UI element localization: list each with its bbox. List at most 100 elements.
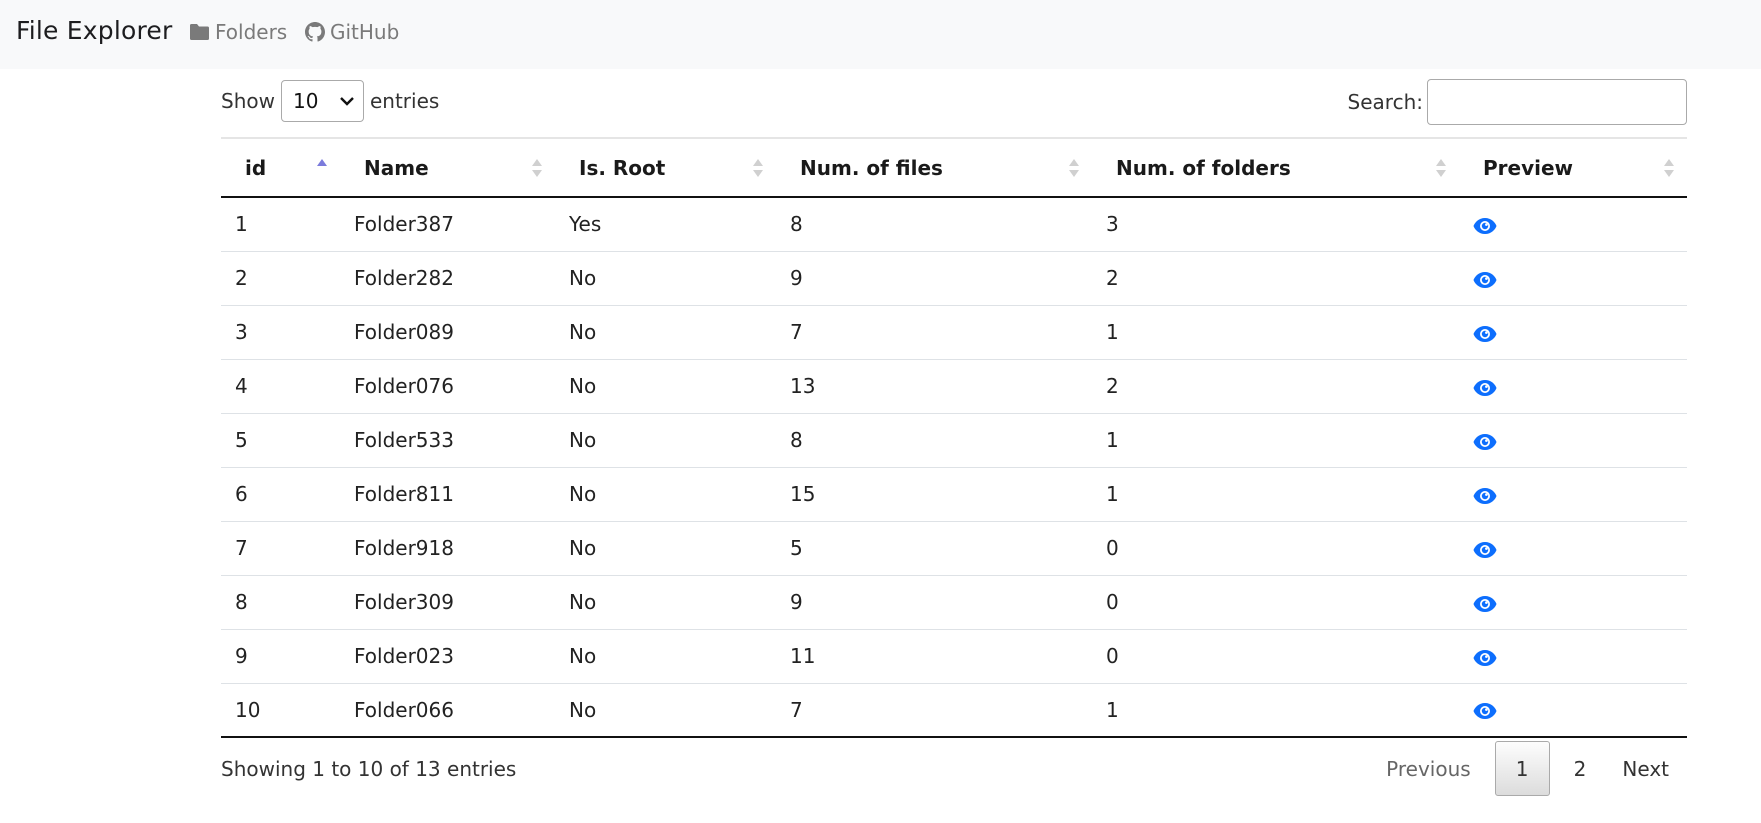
cell-name: Folder076 (354, 374, 454, 398)
pagination-page-2[interactable]: 2 (1556, 741, 1605, 796)
cell-id: 8 (235, 590, 248, 614)
sort-both-icon (532, 158, 542, 177)
cell-num-files: 7 (790, 320, 803, 344)
pagination: Previous 1 2 Next (1368, 741, 1687, 796)
cell-preview (1459, 359, 1687, 413)
table-body: 1 Folder387 Yes 8 3 2 Folder282 No 9 2 3 Folder089 N… (221, 197, 1687, 737)
sort-both-icon (753, 158, 763, 177)
search-input[interactable] (1427, 79, 1687, 125)
sort-ascending-icon (317, 158, 327, 166)
cell-preview (1459, 467, 1687, 521)
cell-num-folders: 1 (1106, 482, 1119, 506)
pagination-next[interactable]: Next (1604, 741, 1687, 796)
eye-icon[interactable] (1473, 271, 1497, 289)
brand-title[interactable]: File Explorer (16, 16, 172, 45)
column-header-id[interactable]: id (221, 138, 340, 197)
page-length-control: Show 10 entries (221, 79, 439, 122)
cell-num-files: 15 (790, 482, 816, 506)
column-header-label: Preview (1483, 155, 1574, 180)
cell-is-root: No (569, 266, 597, 290)
cell-num-files: 9 (790, 266, 803, 290)
table-header-row: id Name Is. Root Num. of files Num. of f… (221, 138, 1687, 197)
pagination-previous[interactable]: Previous (1368, 741, 1489, 796)
eye-icon[interactable] (1473, 487, 1497, 505)
eye-icon[interactable] (1473, 379, 1497, 397)
table-info: Showing 1 to 10 of 13 entries (221, 757, 517, 781)
nav-link-github[interactable]: GitHub (305, 20, 399, 44)
column-header-num-folders[interactable]: Num. of folders (1092, 138, 1459, 197)
table-row: 3 Folder089 No 7 1 (221, 305, 1687, 359)
cell-is-root: No (569, 536, 597, 560)
nav-link-label: GitHub (330, 20, 400, 44)
pagination-page-1[interactable]: 1 (1494, 741, 1550, 796)
eye-icon[interactable] (1473, 649, 1497, 667)
sort-both-icon (1436, 158, 1446, 177)
column-header-label: Num. of folders (1116, 155, 1291, 180)
eye-icon[interactable] (1473, 217, 1497, 235)
cell-id: 2 (235, 266, 248, 290)
cell-num-files: 11 (790, 644, 816, 668)
cell-is-root: Yes (569, 212, 602, 237)
cell-num-files: 7 (790, 697, 803, 722)
search-label: Search: (1347, 90, 1423, 114)
cell-id: 7 (235, 536, 248, 560)
column-header-num-files[interactable]: Num. of files (776, 138, 1092, 197)
column-header-preview[interactable]: Preview (1459, 138, 1687, 197)
cell-id: 6 (235, 482, 248, 506)
cell-preview (1459, 629, 1687, 683)
table-row: 1 Folder387 Yes 8 3 (221, 197, 1687, 251)
cell-num-folders: 1 (1106, 320, 1119, 344)
cell-name: Folder387 (354, 212, 454, 237)
cell-is-root: No (569, 374, 597, 398)
table-row: 7 Folder918 No 5 0 (221, 521, 1687, 575)
nav-link-label: Folders (215, 20, 288, 44)
table-row: 4 Folder076 No 13 2 (221, 359, 1687, 413)
column-header-label: Name (364, 155, 429, 180)
eye-icon[interactable] (1473, 325, 1497, 343)
cell-preview (1459, 305, 1687, 359)
cell-name: Folder811 (354, 482, 454, 506)
cell-id: 9 (235, 644, 248, 668)
nav-link-folders[interactable]: Folders (189, 20, 287, 44)
column-header-is-root[interactable]: Is. Root (555, 138, 776, 197)
cell-preview (1459, 413, 1687, 467)
cell-name: Folder089 (354, 320, 454, 344)
cell-is-root: No (569, 590, 597, 614)
cell-num-folders: 2 (1106, 266, 1119, 290)
cell-num-files: 8 (790, 428, 803, 452)
cell-is-root: No (569, 697, 597, 722)
page-length-select[interactable]: 10 (280, 79, 364, 122)
cell-id: 5 (235, 428, 248, 452)
folder-icon (190, 24, 209, 40)
cell-id: 1 (235, 212, 248, 237)
cell-preview (1459, 575, 1687, 629)
cell-preview (1459, 197, 1687, 251)
cell-num-files: 9 (790, 590, 803, 614)
show-label: Show (221, 88, 275, 113)
cell-num-folders: 1 (1106, 697, 1119, 722)
chevron-down-icon (340, 96, 354, 106)
cell-is-root: No (569, 644, 597, 668)
cell-num-folders: 0 (1106, 536, 1119, 560)
navbar: File Explorer Folders GitHub (0, 0, 1761, 69)
cell-id: 4 (235, 374, 248, 398)
table-row: 10 Folder066 No 7 1 (221, 683, 1687, 737)
cell-num-folders: 0 (1106, 590, 1119, 614)
entries-label: entries (369, 88, 440, 113)
eye-icon[interactable] (1473, 541, 1497, 559)
eye-icon[interactable] (1473, 702, 1497, 720)
table-row: 6 Folder811 No 15 1 (221, 467, 1687, 521)
table-row: 5 Folder533 No 8 1 (221, 413, 1687, 467)
column-header-label: Num. of files (800, 155, 943, 180)
cell-num-folders: 0 (1106, 644, 1119, 668)
eye-icon[interactable] (1473, 433, 1497, 451)
column-header-name[interactable]: Name (340, 138, 555, 197)
cell-num-folders: 3 (1106, 212, 1119, 237)
cell-is-root: No (569, 320, 597, 344)
sort-both-icon (1069, 158, 1079, 177)
cell-is-root: No (569, 482, 597, 506)
cell-num-files: 5 (790, 536, 803, 560)
table-controls: Show 10 entries Search: (221, 79, 1687, 125)
cell-name: Folder533 (354, 428, 454, 452)
eye-icon[interactable] (1473, 595, 1497, 613)
